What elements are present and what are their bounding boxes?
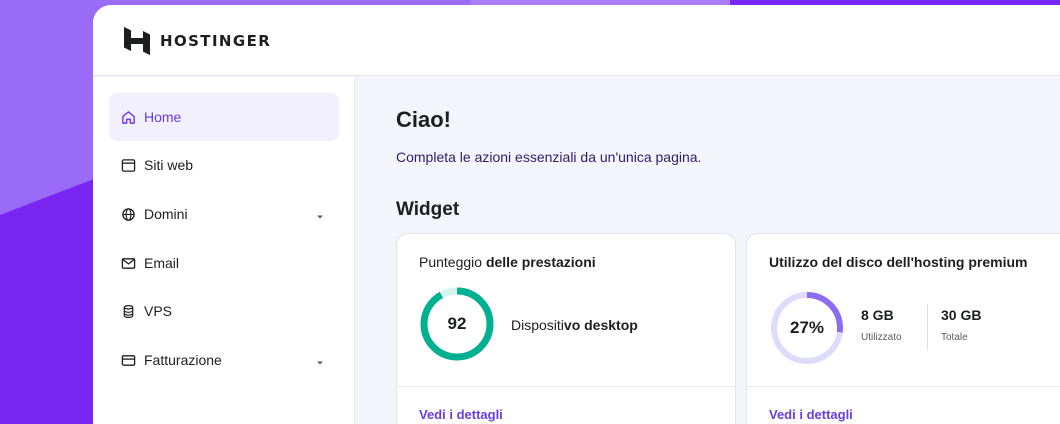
hostinger-logo-icon bbox=[124, 27, 150, 55]
page-subtitle: Completa le azioni essenziali da un'unic… bbox=[396, 149, 702, 165]
disk-used-value: 8 GB bbox=[861, 307, 894, 323]
stat-separator bbox=[927, 304, 928, 350]
chevron-down-icon[interactable] bbox=[315, 209, 325, 225]
sidebar-item-domains[interactable]: Domini bbox=[109, 190, 339, 238]
view-details-link[interactable]: Vedi i dettagli bbox=[769, 407, 853, 422]
card-divider bbox=[747, 386, 1060, 387]
envelope-icon bbox=[120, 255, 136, 271]
card-title-bold: delle prestazioni bbox=[485, 254, 596, 270]
sidebar-item-vps[interactable]: VPS bbox=[109, 287, 339, 335]
sidebar-item-billing[interactable]: Fatturazione bbox=[109, 336, 339, 384]
sidebar-item-label: Domini bbox=[144, 206, 188, 222]
card-title-prefix: Punteggio bbox=[419, 254, 486, 270]
credit-card-icon bbox=[120, 352, 136, 368]
app-window: HOSTINGER Home Siti web Domini Email VPS… bbox=[93, 5, 1060, 424]
main-content: Ciao! Completa le azioni essenziali da u… bbox=[355, 77, 1060, 424]
device-label-bold: vo desktop bbox=[563, 317, 638, 333]
device-label-prefix: Dispositi bbox=[511, 317, 564, 333]
sidebar-item-home[interactable]: Home bbox=[109, 93, 339, 141]
brand-name: HOSTINGER bbox=[160, 32, 272, 50]
disk-usage-card: Utilizzo del disco dell'hosting premium … bbox=[746, 233, 1060, 424]
performance-gauge: 92 bbox=[419, 286, 495, 362]
card-title: Punteggio delle prestazioni bbox=[419, 254, 596, 270]
sidebar-item-email[interactable]: Email bbox=[109, 239, 339, 287]
disk-usage-gauge: 27% bbox=[769, 290, 845, 366]
top-bar: HOSTINGER bbox=[93, 5, 1060, 76]
card-title: Utilizzo del disco dell'hosting premium bbox=[769, 254, 1027, 270]
view-details-link[interactable]: Vedi i dettagli bbox=[419, 407, 503, 422]
disk-total-label: Totale bbox=[941, 332, 968, 343]
server-icon bbox=[120, 303, 136, 319]
chevron-down-icon[interactable] bbox=[315, 355, 325, 371]
performance-score-card: Punteggio delle prestazioni 92 Dispositi… bbox=[396, 233, 736, 424]
home-icon bbox=[120, 109, 136, 125]
sidebar-item-label: Home bbox=[144, 109, 182, 125]
disk-used-label: Utilizzato bbox=[861, 332, 902, 343]
page-title: Ciao! bbox=[396, 107, 451, 132]
sidebar-item-label: Email bbox=[144, 255, 180, 271]
performance-score-value: 92 bbox=[447, 314, 467, 333]
globe-icon bbox=[120, 206, 136, 222]
disk-total-value: 30 GB bbox=[941, 307, 982, 323]
disk-used-stat: 8 GB Utilizzato bbox=[861, 307, 902, 343]
disk-usage-percent: 27% bbox=[789, 318, 825, 337]
hostinger-logo[interactable]: HOSTINGER bbox=[124, 27, 271, 55]
device-label: Dispositivo desktop bbox=[511, 317, 638, 333]
sidebar-item-label: VPS bbox=[144, 303, 173, 319]
widget-section-title: Widget bbox=[396, 199, 460, 220]
disk-total-stat: 30 GB Totale bbox=[941, 307, 981, 343]
browser-window-icon bbox=[120, 157, 136, 173]
card-divider bbox=[397, 386, 735, 387]
sidebar: Home Siti web Domini Email VPS Fatturazi… bbox=[93, 77, 355, 424]
sidebar-item-label: Siti web bbox=[144, 157, 194, 173]
sidebar-item-websites[interactable]: Siti web bbox=[109, 141, 339, 189]
sidebar-item-label: Fatturazione bbox=[144, 352, 222, 368]
card-title-bold: Utilizzo del disco dell'hosting premium bbox=[769, 254, 1028, 270]
